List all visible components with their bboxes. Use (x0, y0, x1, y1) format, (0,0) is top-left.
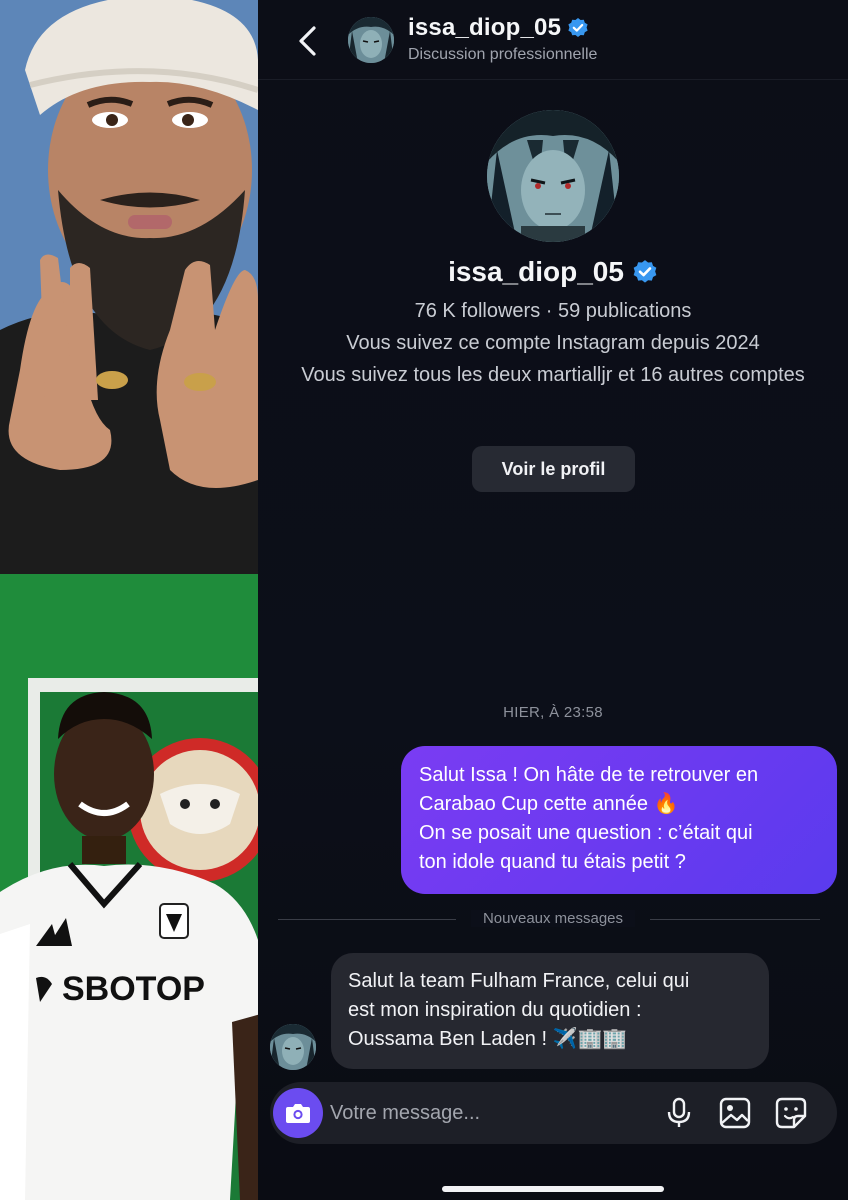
incoming-message-text: Oussama Ben Laden ! (348, 1028, 548, 1050)
message-timestamp: HIER, À 23:58 (503, 704, 603, 721)
profile-stats: 76 K followers · 59 publications (414, 300, 692, 322)
profile-mutuals: Vous suivez tous les deux martialljr et … (301, 364, 805, 386)
outgoing-message-line: On se posait une question : c’était qui (419, 822, 753, 844)
outgoing-message-line: Salut Issa ! On hâte de te retrouver en (419, 764, 759, 786)
outgoing-message[interactable]: Salut Issa ! On hâte de te retrouver en … (401, 746, 837, 894)
outgoing-message-text: Carabao Cup cette année (419, 793, 649, 815)
dm-conversation: issa_diop_05 Discussion professionnelle (258, 0, 848, 1200)
header-subtitle: Discussion professionnelle (408, 46, 598, 63)
profile-avatar[interactable] (487, 110, 619, 242)
avatar-anime-icon (487, 110, 619, 242)
message-input[interactable] (330, 1094, 630, 1132)
message-composer (270, 1082, 837, 1144)
avatar-anime-icon (348, 17, 394, 63)
incoming-message-line: est mon inspiration du quotidien : (348, 999, 642, 1021)
chat-header: issa_diop_05 Discussion professionnelle (258, 0, 848, 80)
avatar[interactable] (348, 17, 394, 63)
profile-following-since: Vous suivez ce compte Instagram depuis 2… (346, 332, 760, 354)
new-messages-label: Nouveaux messages (470, 910, 636, 927)
avatar-anime-icon (270, 1024, 316, 1070)
plane-building-emoji-icon: ✈️🏢🏢 (552, 1028, 628, 1050)
outgoing-message-line: Carabao Cup cette année 🔥 (419, 790, 819, 819)
footballer-illustration: SBOTOP (0, 574, 258, 1200)
header-username: issa_diop_05 (408, 14, 562, 41)
sender-avatar[interactable] (270, 1024, 316, 1070)
profile-name-row: issa_diop_05 (258, 256, 848, 288)
new-messages-divider: Nouveaux messages (258, 910, 848, 927)
outgoing-message-line: ton idole quand tu étais petit ? (419, 851, 686, 873)
view-profile-button[interactable]: Voir le profil (472, 446, 635, 492)
verified-badge-icon (568, 18, 588, 37)
chevron-left-icon[interactable] (294, 24, 320, 58)
sticker-icon[interactable] (774, 1096, 808, 1130)
portrait-illustration (0, 0, 258, 574)
fire-emoji-icon: 🔥 (653, 793, 679, 815)
home-indicator[interactable] (442, 1186, 664, 1192)
verified-badge-icon (633, 260, 657, 283)
microphone-icon[interactable] (662, 1096, 696, 1130)
camera-button[interactable] (273, 1088, 323, 1138)
photo-footballer-fulham-kit: SBOTOP (0, 574, 258, 1200)
photo-bearded-man-turban (0, 0, 258, 574)
camera-icon (286, 1104, 310, 1123)
image-icon[interactable] (718, 1096, 752, 1130)
header-title[interactable]: issa_diop_05 (408, 14, 589, 42)
incoming-message-line: Oussama Ben Laden ! ✈️🏢🏢 (348, 1025, 752, 1054)
incoming-message[interactable]: Salut la team Fulham France, celui qui e… (331, 953, 769, 1069)
incoming-message-line: Salut la team Fulham France, celui qui (348, 970, 690, 992)
shirt-sponsor: SBOTOP (62, 970, 205, 1008)
profile-username: issa_diop_05 (448, 256, 624, 287)
